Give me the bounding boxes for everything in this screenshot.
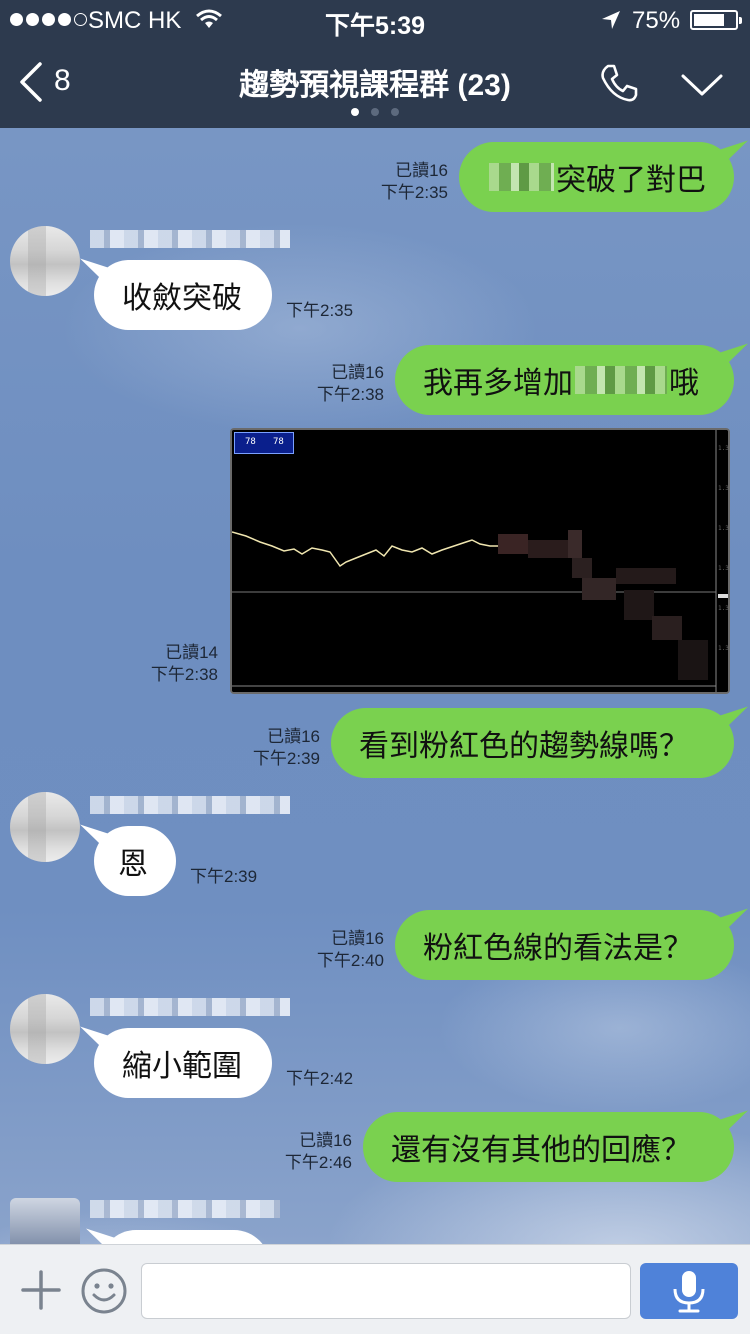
read-receipt: 已讀14 [165, 643, 218, 662]
message-time: 下午2:46 [284, 1153, 352, 1172]
page-dot [351, 108, 359, 116]
chart-toolbar: 78 78 [234, 432, 294, 454]
message-text: 突破了對巴 [556, 164, 706, 197]
svg-text:1.3: 1.3 [718, 445, 728, 452]
emoji-icon[interactable] [80, 1267, 128, 1315]
voice-message-button[interactable] [640, 1263, 738, 1319]
navigation-bar: 8 趨勢預視課程群 (23) [0, 40, 750, 128]
message-bubble-outgoing[interactable]: 我再多增加 哦 [395, 345, 734, 415]
sender-name [90, 230, 290, 248]
page-indicator [0, 108, 750, 116]
microphone-icon [673, 1271, 705, 1313]
message-text: 縮小範圍 [122, 1050, 242, 1083]
message-bubble-incoming[interactable]: 縮小範圍 [94, 1028, 272, 1098]
message-time: 下午2:38 [316, 385, 384, 404]
message-text: 恩 [118, 848, 148, 881]
redacted-text [575, 366, 667, 394]
message-time: 下午2:42 [286, 1069, 354, 1088]
header: SMC HK 下午5:39 75% 8 趨勢預視課程群 (23) [0, 0, 750, 128]
chart-value-right: 78 [273, 437, 284, 447]
message-input[interactable] [141, 1263, 631, 1319]
message-time: 下午2:40 [316, 951, 384, 970]
message-text: 哦 [669, 367, 699, 400]
page-dot [371, 108, 379, 116]
avatar[interactable] [10, 226, 80, 296]
message-text: 粉紅色線的看法是？ [423, 932, 693, 965]
message-bubble-incoming[interactable]: 恩 [94, 826, 176, 896]
status-bar: SMC HK 下午5:39 75% [0, 0, 750, 40]
message-meta: 已讀16 下午2:46 [264, 1130, 352, 1174]
svg-text:1.3: 1.3 [718, 605, 728, 612]
page-dot [391, 108, 399, 116]
message-text: 還有沒有其他的回應？ [391, 1134, 691, 1167]
shared-chart-image[interactable]: 1.3 1.3 1.3 1.3 1.3 1.3 78 78 [230, 428, 730, 694]
read-receipt: 已讀16 [395, 161, 448, 180]
read-receipt: 已讀16 [331, 363, 384, 382]
message-input-bar [0, 1244, 750, 1334]
battery-icon [690, 10, 742, 30]
read-receipt: 已讀16 [299, 1131, 352, 1150]
message-text: 看到粉紅色的趨勢線嗎？ [359, 730, 689, 763]
message-meta: 已讀16 下午2:40 [296, 928, 384, 972]
battery-percent: 75% [632, 7, 681, 34]
message-time: 下午2:35 [286, 301, 354, 320]
read-receipt: 已讀16 [331, 929, 384, 948]
chevron-down-icon[interactable] [680, 70, 724, 100]
sender-name [90, 1200, 280, 1218]
phone-icon[interactable] [598, 62, 640, 104]
svg-text:1.3: 1.3 [718, 485, 728, 492]
message-time: 下午2:38 [150, 665, 218, 684]
message-bubble-outgoing[interactable]: 看到粉紅色的趨勢線嗎？ [331, 708, 734, 778]
sender-name [90, 796, 290, 814]
sender-name [90, 998, 290, 1016]
price-chart-graphic: 1.3 1.3 1.3 1.3 1.3 1.3 [232, 430, 728, 692]
message-text: 我再多增加 [423, 367, 573, 400]
avatar[interactable] [10, 792, 80, 862]
message-text: 收斂突破 [122, 282, 242, 315]
svg-text:1.3: 1.3 [718, 525, 728, 532]
message-meta: 已讀16 下午2:39 [232, 726, 320, 770]
read-receipt: 已讀16 [267, 727, 320, 746]
message-meta: 已讀16 下午2:35 [360, 160, 448, 204]
svg-text:1.3: 1.3 [718, 565, 728, 572]
message-bubble-outgoing[interactable]: 還有沒有其他的回應？ [363, 1112, 734, 1182]
redacted-text [489, 163, 554, 191]
message-time: 下午2:39 [190, 867, 258, 886]
message-time: 下午2:35 [380, 183, 448, 202]
svg-text:1.3: 1.3 [718, 645, 728, 652]
location-arrow-icon [602, 11, 620, 29]
message-meta: 已讀16 下午2:38 [296, 362, 384, 406]
message-bubble-outgoing[interactable]: 突破了對巴 [459, 142, 734, 212]
message-time: 下午2:39 [252, 749, 320, 768]
message-meta: 已讀14 下午2:38 [130, 642, 218, 686]
message-bubble-incoming[interactable]: 收斂突破 [94, 260, 272, 330]
plus-icon[interactable] [20, 1269, 62, 1311]
avatar[interactable] [10, 994, 80, 1064]
chart-value-left: 78 [245, 437, 256, 447]
message-bubble-outgoing[interactable]: 粉紅色線的看法是？ [395, 910, 734, 980]
